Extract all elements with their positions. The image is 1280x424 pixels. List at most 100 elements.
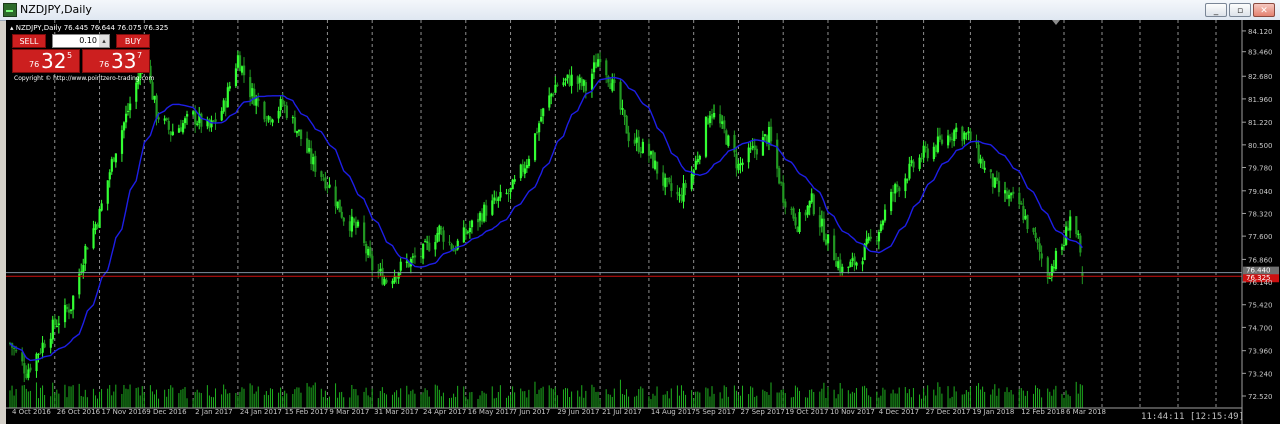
candle-body bbox=[448, 241, 451, 243]
sell-button[interactable]: SELL bbox=[12, 34, 46, 48]
candle-body bbox=[540, 116, 543, 122]
candle-body bbox=[183, 118, 187, 124]
x-tick-label: 24 Jan 2017 bbox=[240, 408, 282, 416]
candle-body bbox=[991, 173, 994, 187]
candle-body bbox=[196, 123, 199, 125]
candle-body bbox=[476, 218, 480, 223]
candle-body bbox=[879, 224, 883, 232]
lot-increase-button[interactable]: ▴ bbox=[99, 35, 109, 47]
candle-body bbox=[293, 117, 297, 133]
candle-body bbox=[299, 129, 303, 140]
terminal-window: NZDJPY,Daily _ ▫ ✕ 76.440 76.325 4 Oct 20… bbox=[0, 0, 1280, 424]
candle-body bbox=[129, 103, 132, 111]
candle-body bbox=[49, 338, 52, 348]
candle-body bbox=[881, 220, 885, 226]
candle-body bbox=[704, 117, 708, 157]
candle-body bbox=[751, 145, 754, 149]
candle-body bbox=[94, 224, 97, 230]
x-tick-label: 16 May 2017 bbox=[468, 408, 514, 416]
candle-body bbox=[1008, 194, 1011, 199]
candle-body bbox=[1054, 250, 1058, 270]
candle-body bbox=[562, 82, 565, 86]
candle-body bbox=[63, 305, 67, 323]
candle-body bbox=[334, 186, 337, 207]
candle-body bbox=[424, 241, 427, 243]
candle-body bbox=[505, 192, 508, 194]
chart-area[interactable]: 76.440 76.325 4 Oct 2016 26 Oct 2016 17 Nov… bbox=[6, 20, 1280, 424]
candle-body bbox=[955, 127, 958, 132]
candle-body bbox=[15, 350, 18, 352]
candle-body bbox=[186, 114, 189, 117]
candle-body bbox=[365, 243, 368, 254]
candle-body bbox=[238, 55, 242, 72]
buy-button[interactable]: BUY bbox=[116, 34, 150, 48]
candle-body bbox=[965, 133, 968, 135]
y-tick-label: 81.960 bbox=[1248, 96, 1273, 104]
y-tick-label: 83.460 bbox=[1248, 49, 1273, 57]
candle-body bbox=[782, 182, 785, 203]
candle-body bbox=[1067, 228, 1070, 231]
y-tick-label: 81.220 bbox=[1248, 119, 1273, 127]
candle-body bbox=[57, 323, 61, 325]
candle-body bbox=[932, 146, 935, 160]
candle-body bbox=[597, 59, 600, 67]
candle-body bbox=[763, 134, 767, 137]
candle-body bbox=[796, 226, 799, 233]
candle-body bbox=[725, 130, 728, 145]
candle-body bbox=[611, 79, 614, 91]
candle-body bbox=[641, 141, 645, 153]
restore-button[interactable]: ▫ bbox=[1229, 3, 1251, 17]
candle-body bbox=[1010, 193, 1013, 196]
candle-body bbox=[210, 120, 213, 128]
candle-body bbox=[564, 78, 567, 81]
y-tick-label: 73.960 bbox=[1248, 348, 1273, 356]
candle-body bbox=[592, 62, 596, 73]
x-tick-label: 5 Sep 2017 bbox=[696, 408, 736, 416]
candle-body bbox=[533, 133, 537, 161]
candle-body bbox=[664, 177, 667, 188]
candle-body bbox=[1046, 257, 1049, 279]
candle-body bbox=[108, 172, 111, 180]
candle-body bbox=[96, 224, 99, 227]
candle-body bbox=[607, 76, 610, 83]
candle-body bbox=[550, 93, 553, 97]
candle-body bbox=[379, 268, 382, 271]
candle-body bbox=[1050, 266, 1053, 278]
candle-body bbox=[236, 55, 240, 68]
minimize-button[interactable]: _ bbox=[1205, 3, 1227, 17]
candle-body bbox=[906, 179, 909, 181]
candle-body bbox=[613, 79, 616, 84]
x-tick-label: 2 Jan 2017 bbox=[195, 408, 233, 416]
price-chart[interactable]: 76.44076.325 4 Oct 2016 26 Oct 2016 17 Nov… bbox=[6, 20, 1280, 424]
axis-layer: 4 Oct 2016 26 Oct 2016 17 Nov 2016 9 Dec 20… bbox=[6, 20, 1273, 424]
candle-body bbox=[1063, 244, 1066, 246]
sell-price-box[interactable]: 76 32 5 bbox=[12, 49, 80, 73]
buy-price-box[interactable]: 76 33 7 bbox=[82, 49, 150, 73]
candle-body bbox=[647, 143, 651, 156]
candle-body bbox=[493, 197, 496, 201]
candle-body bbox=[753, 145, 756, 150]
candle-body bbox=[582, 80, 585, 86]
candle-body bbox=[798, 212, 801, 232]
candle-body bbox=[651, 150, 655, 169]
candle-body bbox=[267, 116, 270, 120]
close-button[interactable]: ✕ bbox=[1253, 3, 1275, 17]
x-tick-label: 9 Dec 2016 bbox=[146, 408, 187, 416]
x-tick-label: 6 Mar 2018 bbox=[1066, 408, 1106, 416]
candle-body bbox=[983, 167, 986, 170]
candle-body bbox=[222, 100, 225, 112]
candle-body bbox=[818, 215, 822, 228]
candle-body bbox=[163, 118, 166, 121]
candle-body bbox=[507, 193, 510, 195]
candle-body bbox=[1075, 216, 1078, 235]
candle-body bbox=[328, 184, 331, 188]
candle-body bbox=[656, 161, 659, 174]
candle-body bbox=[708, 115, 712, 123]
candle-body bbox=[894, 184, 897, 194]
candle-body bbox=[165, 118, 168, 121]
candle-body bbox=[995, 177, 999, 181]
window-titlebar[interactable]: NZDJPY,Daily _ ▫ ✕ bbox=[0, 0, 1280, 21]
candle-body bbox=[855, 262, 858, 266]
candle-body bbox=[405, 261, 408, 264]
candle-body bbox=[285, 105, 288, 118]
